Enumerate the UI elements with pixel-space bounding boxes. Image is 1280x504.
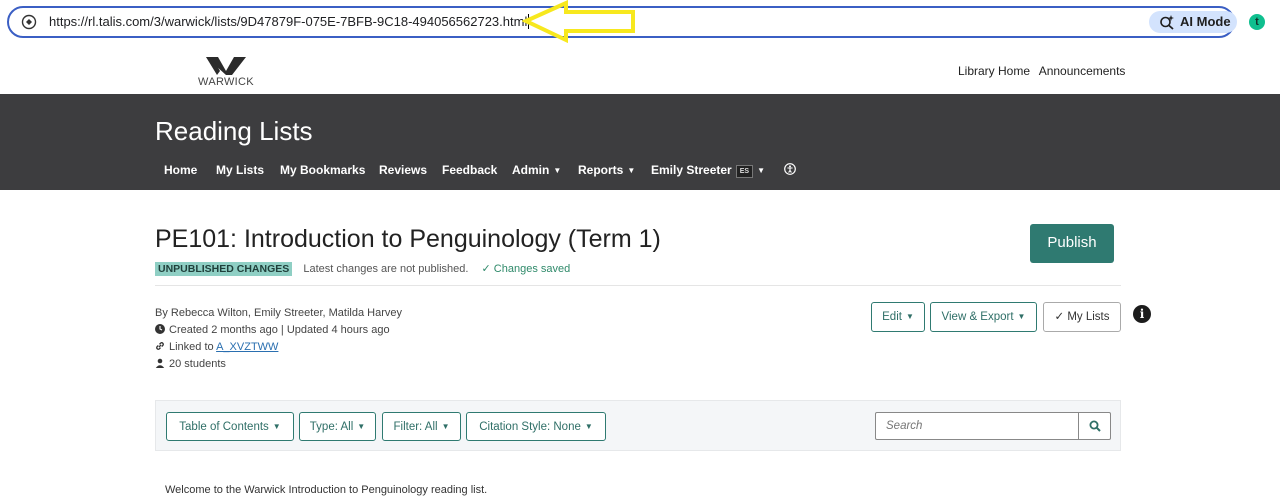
nav-user-menu[interactable]: Emily Streeter ES ▼ xyxy=(651,163,765,178)
changes-saved-label: Changes saved xyxy=(493,263,571,275)
caret-down-icon: ▼ xyxy=(441,422,450,431)
library-home-link[interactable]: Library Home xyxy=(958,64,1030,78)
linked-to: Linked to A_XVZTWW xyxy=(155,339,402,356)
nav-my-bookmarks[interactable]: My Bookmarks xyxy=(280,163,365,177)
my-lists-button[interactable]: ✓ My Lists xyxy=(1043,302,1121,332)
nav-reports-label: Reports xyxy=(578,163,624,177)
ai-mode-button[interactable]: AI Mode xyxy=(1149,11,1237,33)
caret-down-icon: ▼ xyxy=(357,422,366,431)
students-text: 20 students xyxy=(169,358,226,370)
site-info-icon[interactable] xyxy=(21,14,37,30)
nav-accessibility[interactable] xyxy=(784,163,796,177)
edit-button[interactable]: Edit ▼ xyxy=(871,302,925,332)
caret-down-icon: ▼ xyxy=(1017,312,1026,321)
view-export-button[interactable]: View & Export ▼ xyxy=(930,302,1037,332)
reading-lists-title[interactable]: Reading Lists xyxy=(155,116,313,147)
reading-lists-header: Reading Lists Home My Lists My Bookmarks… xyxy=(0,94,1280,190)
url-text[interactable]: https://rl.talis.com/3/warwick/lists/9D4… xyxy=(49,14,530,29)
nav-home[interactable]: Home xyxy=(164,163,197,177)
caret-down-icon: ▼ xyxy=(627,166,636,175)
annotation-arrow-icon xyxy=(522,0,635,44)
created-updated: Created 2 months ago | Updated 4 hours a… xyxy=(155,322,402,339)
nav-my-lists[interactable]: My Lists xyxy=(216,163,264,177)
clock-icon xyxy=(155,324,165,334)
warwick-logo-icon xyxy=(206,57,246,75)
caret-down-icon: ▼ xyxy=(553,166,562,175)
nav-reviews[interactable]: Reviews xyxy=(379,163,427,177)
citation-style-button[interactable]: Citation Style: None ▼ xyxy=(466,412,606,441)
table-of-contents-button[interactable]: Table of Contents ▼ xyxy=(166,412,294,441)
extension-icon[interactable]: t xyxy=(1249,14,1265,30)
nav-admin[interactable]: Admin ▼ xyxy=(512,163,561,177)
user-icon xyxy=(155,358,165,368)
accessibility-icon xyxy=(784,163,796,175)
filter-label: Filter: All xyxy=(393,421,438,433)
check-icon: ✓ xyxy=(481,263,494,275)
caret-down-icon: ▼ xyxy=(757,166,765,175)
browser-toolbar: https://rl.talis.com/3/warwick/lists/9D4… xyxy=(0,0,1280,48)
status-text: Latest changes are not published. xyxy=(303,263,469,275)
list-title: PE101: Introduction to Penguinology (Ter… xyxy=(155,225,661,253)
changes-saved-status: ✓ Changes saved xyxy=(482,263,571,275)
filter-button[interactable]: Filter: All ▼ xyxy=(382,412,461,441)
created-updated-text: Created 2 months ago | Updated 4 hours a… xyxy=(169,324,390,336)
unpublished-changes-badge: UNPUBLISHED CHANGES xyxy=(155,262,293,276)
publish-button[interactable]: Publish xyxy=(1030,224,1114,263)
logo-text: WARWICK xyxy=(198,76,254,88)
nav-reports[interactable]: Reports ▼ xyxy=(578,163,635,177)
ai-search-icon xyxy=(1160,15,1174,30)
search-box xyxy=(875,412,1111,440)
publish-status: UNPUBLISHED CHANGES Latest changes are n… xyxy=(155,262,570,276)
list-meta: By Rebecca Wilton, Emily Streeter, Matil… xyxy=(155,305,402,373)
authors: By Rebecca Wilton, Emily Streeter, Matil… xyxy=(155,307,402,319)
search-input[interactable] xyxy=(876,413,1079,439)
citation-label: Citation Style: None xyxy=(479,421,581,433)
welcome-text: Welcome to the Warwick Introduction to P… xyxy=(165,484,488,496)
type-label: Type: All xyxy=(309,421,354,433)
linked-module-link[interactable]: A_XVZTWW xyxy=(216,341,278,353)
search-button[interactable] xyxy=(1078,413,1110,439)
my-lists-label: My Lists xyxy=(1067,311,1110,323)
search-icon xyxy=(1089,420,1101,432)
type-filter-button[interactable]: Type: All ▼ xyxy=(299,412,376,441)
caret-down-icon: ▼ xyxy=(272,422,281,431)
nav-admin-label: Admin xyxy=(512,163,550,177)
edit-label: Edit xyxy=(882,311,902,323)
caret-down-icon: ▼ xyxy=(905,312,914,321)
toc-label: Table of Contents xyxy=(179,421,269,433)
caret-down-icon: ▼ xyxy=(584,422,593,431)
list-toolbar: Table of Contents ▼ Type: All ▼ Filter: Al… xyxy=(155,400,1121,451)
nav-feedback[interactable]: Feedback xyxy=(442,163,497,177)
announcements-link[interactable]: Announcements xyxy=(1039,64,1126,78)
nav-user-label: Emily Streeter xyxy=(651,163,732,177)
divider xyxy=(155,285,1121,286)
view-export-label: View & Export xyxy=(941,311,1014,323)
check-icon: ✓ xyxy=(1054,311,1068,323)
link-icon xyxy=(156,342,164,350)
linked-prefix: Linked to xyxy=(169,341,217,353)
info-icon[interactable]: i xyxy=(1133,305,1151,323)
site-header: WARWICK Library Home Announcements xyxy=(0,48,1280,94)
student-count: 20 students xyxy=(155,356,402,373)
user-initials-badge: ES xyxy=(735,165,754,178)
ai-mode-label: AI Mode xyxy=(1180,14,1231,29)
top-links: Library Home Announcements xyxy=(958,64,1131,78)
warwick-logo[interactable]: WARWICK xyxy=(196,54,256,90)
